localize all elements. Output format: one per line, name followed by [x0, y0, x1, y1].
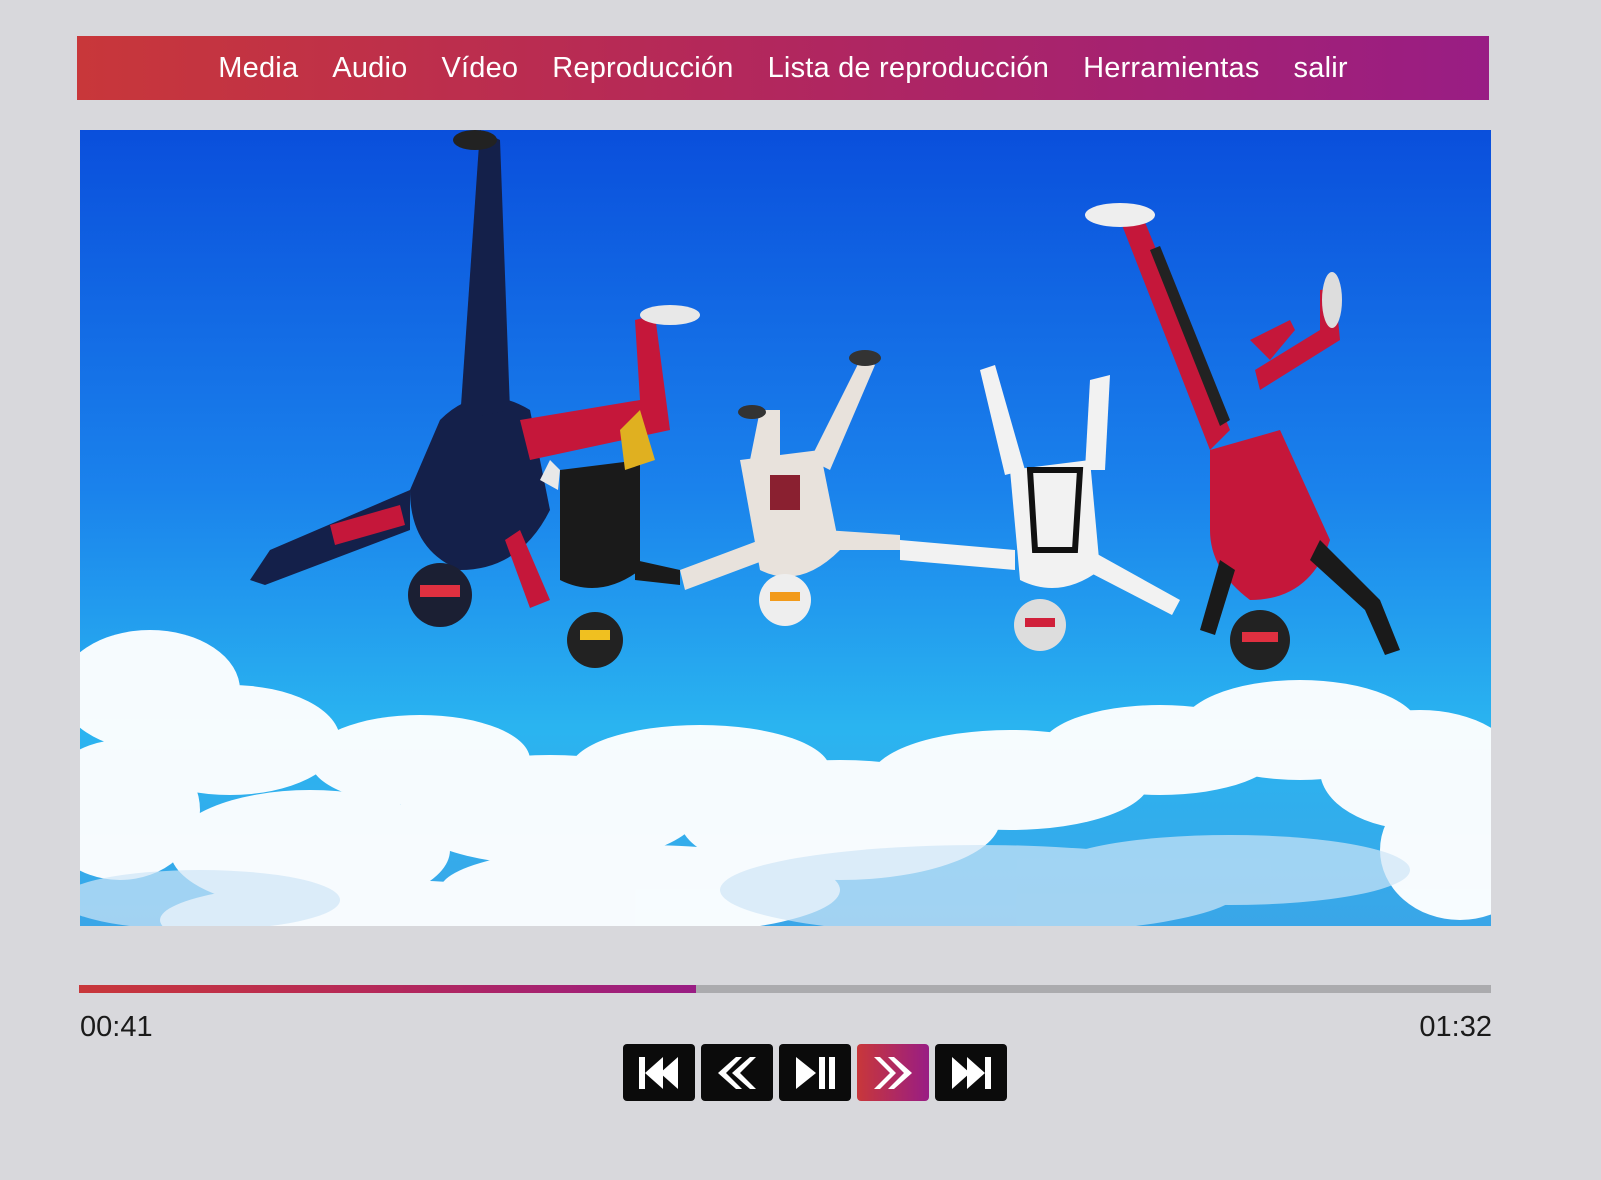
menu-item-exit[interactable]: salir	[1294, 53, 1348, 83]
playback-controls	[623, 1044, 1007, 1101]
video-display[interactable]	[80, 130, 1491, 926]
skip-to-start-button[interactable]	[623, 1044, 695, 1101]
menu-item-playlist[interactable]: Lista de reproducción	[768, 53, 1049, 83]
skip-to-start-icon	[639, 1056, 678, 1089]
menu-item-audio[interactable]: Audio	[332, 53, 407, 83]
video-frame-image	[80, 130, 1491, 926]
menu-item-tools[interactable]: Herramientas	[1083, 53, 1259, 83]
skip-to-end-button[interactable]	[935, 1044, 1007, 1101]
menu-item-video[interactable]: Vídeo	[441, 53, 518, 83]
menu-item-media[interactable]: Media	[218, 53, 298, 83]
fast-forward-button[interactable]	[857, 1044, 929, 1101]
fast-forward-icon	[874, 1056, 912, 1089]
skip-to-end-icon	[952, 1056, 991, 1089]
rewind-icon	[718, 1056, 756, 1089]
current-time: 00:41	[80, 1011, 153, 1043]
progress-fill	[79, 985, 697, 993]
rewind-button[interactable]	[701, 1044, 773, 1101]
progress-bar[interactable]	[79, 985, 1491, 993]
play-pause-button[interactable]	[779, 1044, 851, 1101]
play-pause-icon	[796, 1056, 835, 1089]
total-time: 01:32	[1419, 1011, 1492, 1043]
menu-item-playback[interactable]: Reproducción	[552, 53, 733, 83]
menu-bar: Media Audio Vídeo Reproducción Lista de …	[77, 36, 1489, 100]
